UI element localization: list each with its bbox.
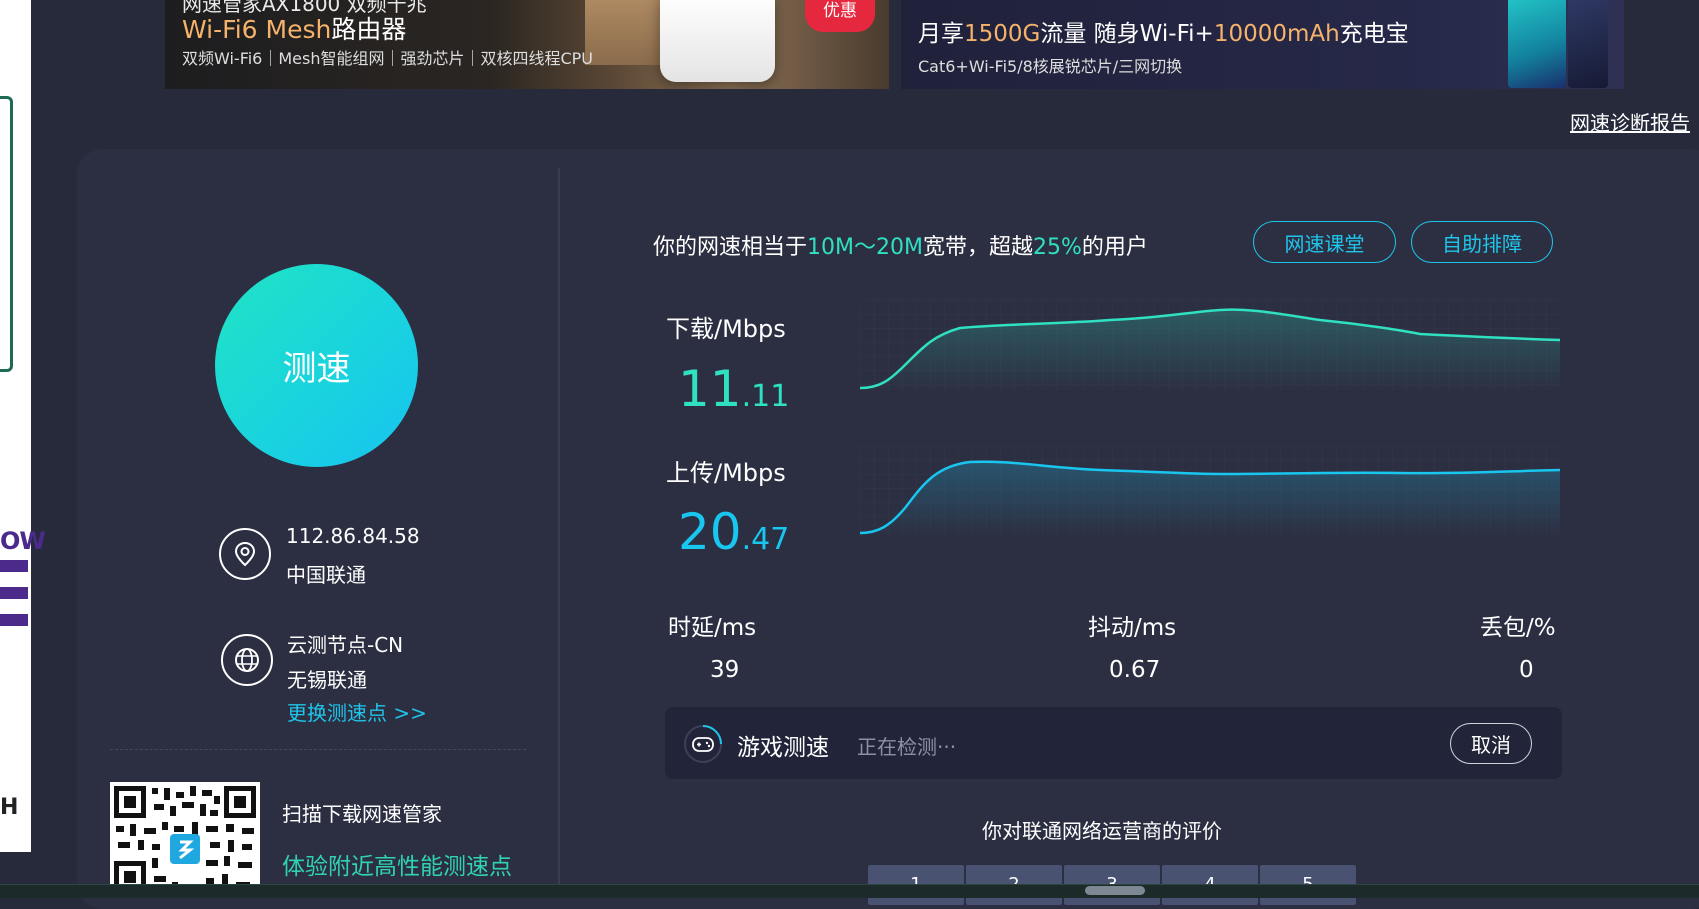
- globe-icon: [221, 634, 273, 686]
- qr-subcaption: 体验附近高性能测速点: [282, 854, 512, 880]
- packet-loss-label: 丢包/%: [1480, 615, 1556, 641]
- left-strip-logo-text: OW: [0, 527, 46, 555]
- gamepad-icon: [683, 724, 723, 764]
- self-troubleshoot-button[interactable]: 自助排障: [1411, 221, 1553, 263]
- game-speedtest-title: 游戏测速: [737, 735, 829, 761]
- left-page-strip: OW H: [0, 0, 46, 852]
- test-node-location: 无锡联通: [287, 668, 367, 692]
- qr-caption: 扫描下载网速管家: [282, 802, 442, 826]
- horizontal-scrollbar[interactable]: [1085, 886, 1145, 895]
- upload-value: 20.47: [678, 503, 790, 561]
- left-strip-letter: H: [0, 795, 19, 820]
- download-qr-code: [110, 782, 260, 897]
- banner-subline: 双频Wi-Fi6｜Mesh智能组网｜强劲芯片｜双核四线程CPU: [182, 49, 594, 68]
- start-speedtest-button[interactable]: 测速: [215, 264, 418, 467]
- latency-value: 39: [710, 657, 740, 683]
- download-label: 下载/Mbps: [666, 315, 786, 343]
- network-report-link[interactable]: 网速诊断报告: [1570, 107, 1690, 136]
- left-strip-logo-letter: [0, 560, 28, 626]
- jitter-value: 0.67: [1109, 657, 1161, 683]
- ip-address: 112.86.84.58: [286, 524, 420, 548]
- speed-class-button[interactable]: 网速课堂: [1253, 221, 1396, 263]
- test-node-name: 云测节点-CN: [287, 633, 404, 657]
- download-speed-graph: [860, 300, 1560, 390]
- download-value: 11.11: [678, 360, 790, 418]
- jitter-label: 抖动/ms: [1088, 615, 1177, 641]
- section-divider: [110, 749, 526, 750]
- game-speedtest-bar: 游戏测速 正在检测··· 取消: [665, 707, 1562, 779]
- upload-speed-graph: [860, 446, 1560, 536]
- device-image: [1508, 0, 1608, 88]
- mifi-ad-banner[interactable]: 月享1500G流量 随身Wi-Fi+10000mAh充电宝 Cat6+Wi-Fi…: [901, 0, 1624, 89]
- router-image: [660, 0, 775, 82]
- latency-label: 时延/ms: [668, 615, 757, 641]
- isp-name: 中国联通: [286, 563, 366, 587]
- promo-badge: 优惠: [805, 0, 875, 32]
- packet-loss-value: 0: [1519, 657, 1534, 683]
- speed-summary: 你的网速相当于10M～20M宽带，超越25%的用户: [653, 235, 1148, 260]
- game-speedtest-status: 正在检测···: [857, 735, 957, 759]
- banner-subline: Cat6+Wi-Fi5/8核展锐芯片/三网切换: [918, 57, 1183, 76]
- location-pin-icon: [219, 528, 271, 580]
- banner-headline: 月享1500G流量 随身Wi-Fi+10000mAh充电宝: [918, 21, 1409, 47]
- change-node-link[interactable]: 更换测速点 >>: [287, 697, 427, 726]
- banner-headline: Wi-Fi6 Mesh路由器: [182, 15, 407, 44]
- router-ad-banner[interactable]: 优惠 网速管家AX1800 双频千兆 Wi-Fi6 Mesh路由器 双频Wi-F…: [165, 0, 889, 89]
- left-strip-frame: [0, 96, 13, 372]
- window-bottom-bar: [0, 884, 1699, 898]
- cancel-button[interactable]: 取消: [1450, 723, 1532, 764]
- rating-title: 你对联通网络运营商的评价: [982, 819, 1222, 843]
- panel-divider: [558, 168, 560, 888]
- upload-label: 上传/Mbps: [666, 459, 786, 487]
